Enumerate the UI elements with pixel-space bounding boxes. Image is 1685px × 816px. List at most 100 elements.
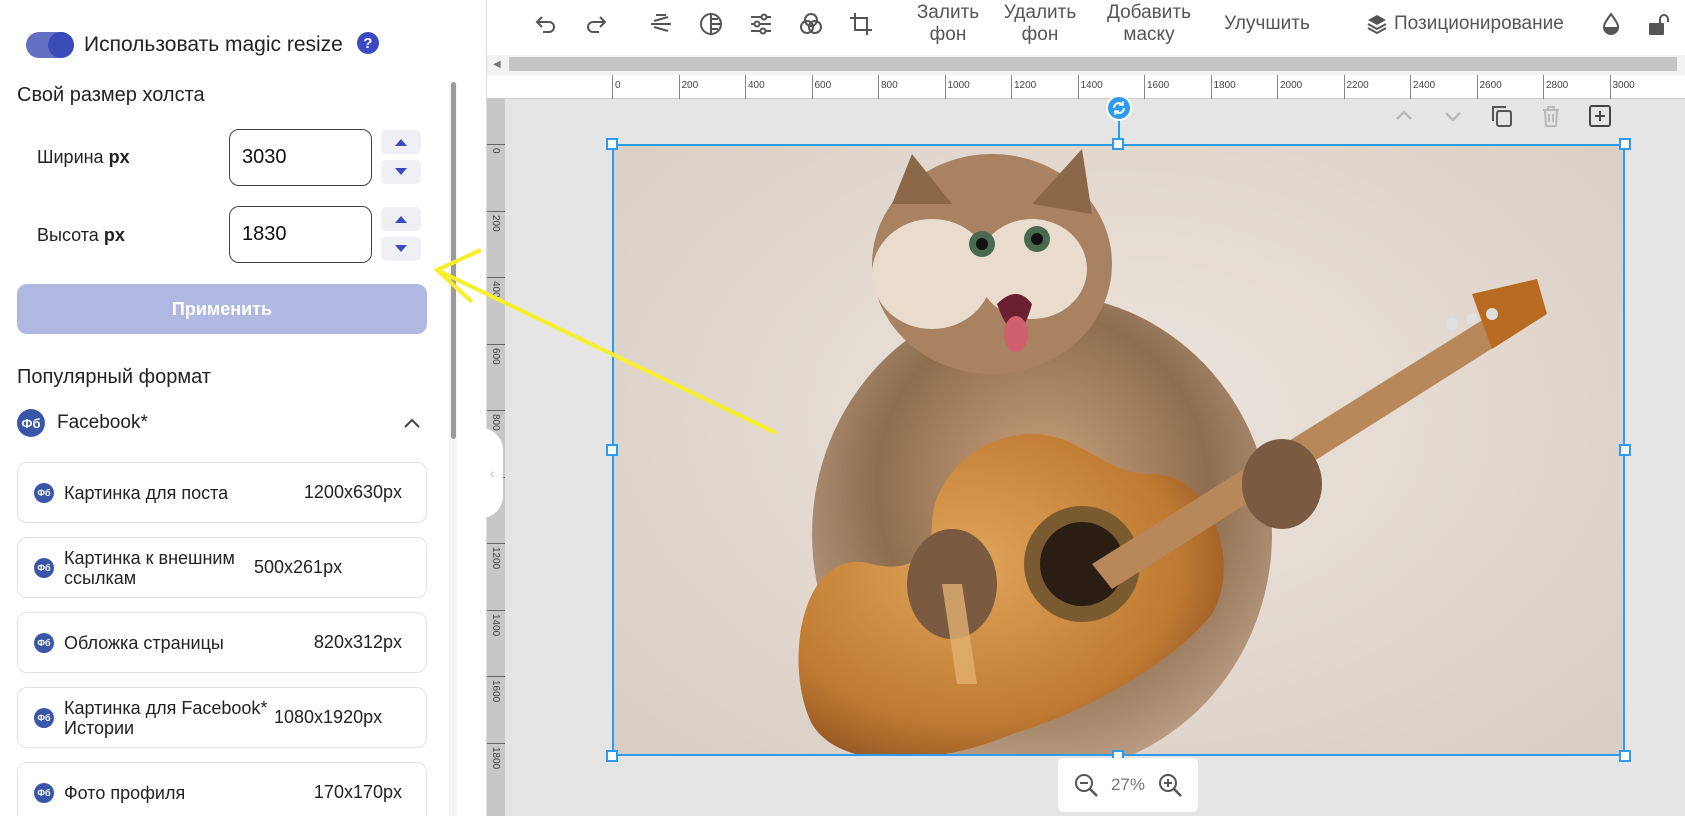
adjust-sliders-icon xyxy=(751,13,771,35)
width-decrement-button[interactable] xyxy=(381,160,421,184)
format-name: Картинка для поста xyxy=(64,482,229,503)
format-item[interactable]: Фб Фото профиля 170x170px xyxy=(17,762,427,816)
height-input[interactable]: 1830 xyxy=(229,206,372,263)
ruler-tick: 1200 xyxy=(487,543,505,569)
rotate-handle[interactable] xyxy=(1106,95,1132,121)
color-overlap-icon xyxy=(800,13,822,34)
format-name: Фото профиля xyxy=(64,782,186,803)
ruler-tick: 1400 xyxy=(1077,75,1103,99)
format-size: 1200x630px xyxy=(303,482,402,502)
magic-resize-row: Использовать magic resize ? xyxy=(26,29,379,61)
resize-handle-top-left[interactable] xyxy=(606,138,618,150)
ruler-tick: 1800 xyxy=(1210,75,1236,99)
layers-icon xyxy=(1367,15,1387,35)
arrow-down-icon xyxy=(395,168,407,175)
scroll-left-icon: ◀ xyxy=(493,59,501,70)
redo-icon xyxy=(587,16,607,33)
flip-button[interactable] xyxy=(648,11,674,37)
facebook-badge-icon: Фб xyxy=(34,557,54,578)
height-label: Высота px xyxy=(37,225,125,245)
layer-down-button[interactable] xyxy=(1437,100,1469,132)
ruler-tick: 2600 xyxy=(1476,75,1502,99)
format-item[interactable]: Фб Обложка страницы 820x312px xyxy=(17,612,427,673)
blend-button[interactable] xyxy=(798,11,824,37)
delete-button[interactable] xyxy=(1535,100,1567,132)
horizontal-scrollbar[interactable]: ◀ xyxy=(487,55,1685,75)
ruler-tick: 1000 xyxy=(944,75,970,99)
resize-handle-top[interactable] xyxy=(1112,138,1124,150)
undo-button[interactable] xyxy=(533,11,559,37)
lock-button[interactable] xyxy=(1646,11,1672,37)
format-name: Обложка страницы xyxy=(64,632,224,653)
format-item[interactable]: Фб Картинка для Facebook* Истории 1080x1… xyxy=(17,687,427,748)
chevron-left-icon: ‹ xyxy=(489,465,495,481)
remove-background-button[interactable]: Удалить фон xyxy=(998,2,1082,46)
add-layer-button[interactable] xyxy=(1584,100,1616,132)
fill-background-button[interactable]: Залить фон xyxy=(906,2,990,46)
ruler-tick: 200 xyxy=(487,210,505,231)
redo-button[interactable] xyxy=(583,11,609,37)
crop-button[interactable] xyxy=(848,11,874,37)
improve-label: Улучшить xyxy=(1224,13,1310,34)
arrow-up-icon xyxy=(395,216,407,223)
ruler-tick: 200 xyxy=(678,75,698,99)
format-item[interactable]: Фб Картинка для поста 1200x630px xyxy=(17,462,427,523)
width-label: Ширина px xyxy=(37,147,130,167)
positioning-button[interactable]: Позиционирование xyxy=(1366,13,1578,35)
duplicate-button[interactable] xyxy=(1486,100,1518,132)
apply-button[interactable]: Применить xyxy=(17,284,427,334)
canvas-workspace[interactable]: ◀ 0 200 400 600 800 1000 1200 1400 1600 1800 2000 2… xyxy=(433,55,1685,816)
resize-handle-right[interactable] xyxy=(1619,444,1631,456)
unlock-icon xyxy=(1649,14,1669,35)
magic-resize-toggle[interactable] xyxy=(26,32,74,58)
arrow-down-icon xyxy=(395,245,407,252)
contrast-icon xyxy=(700,13,722,35)
resize-handle-bottom-left[interactable] xyxy=(606,750,618,762)
opacity-button[interactable] xyxy=(1598,11,1624,37)
zoom-in-icon[interactable] xyxy=(1156,771,1184,799)
magic-resize-label: Использовать magic resize xyxy=(84,33,343,56)
zoom-out-icon[interactable] xyxy=(1072,771,1100,799)
width-increment-button[interactable] xyxy=(381,130,421,154)
format-size: 500x261px xyxy=(254,557,343,577)
layer-up-button[interactable] xyxy=(1388,100,1420,132)
add-square-icon xyxy=(1589,105,1611,127)
resize-handle-top-right[interactable] xyxy=(1619,138,1631,150)
ruler-tick: 2400 xyxy=(1410,75,1435,99)
format-name: Картинка к внешним ссылкам xyxy=(64,547,235,588)
undo-icon xyxy=(535,16,555,33)
resize-handle-bottom-right[interactable] xyxy=(1619,750,1631,762)
adjust-button[interactable] xyxy=(748,11,774,37)
horizontal-scrollbar-thumb[interactable] xyxy=(509,57,1677,71)
ruler-tick: 1800 xyxy=(487,742,505,769)
crop-icon xyxy=(850,13,872,35)
add-mask-button[interactable]: Добавить маску xyxy=(1100,2,1198,46)
add-mask-label: Добавить маску xyxy=(1107,2,1191,45)
height-increment-button[interactable] xyxy=(381,207,421,231)
format-name: Картинка для Facebook* Истории xyxy=(64,697,268,738)
format-size: 820x312px xyxy=(313,632,402,652)
format-size: 170x170px xyxy=(313,782,402,802)
width-input[interactable]: 3030 xyxy=(229,129,372,186)
facebook-badge-icon: Фб xyxy=(34,482,54,503)
ruler-tick: 400 xyxy=(745,75,765,99)
ruler-tick: 0 xyxy=(612,75,621,99)
ruler-tick: 1600 xyxy=(487,676,505,702)
improve-button[interactable]: Улучшить xyxy=(1216,13,1318,35)
format-item[interactable]: Фб Картинка к внешним ссылкам 500x261px xyxy=(17,537,427,598)
ruler-tick: 3000 xyxy=(1609,75,1635,99)
facebook-group-header[interactable]: Фб Facebook* xyxy=(17,406,421,440)
collapse-sidebar-button[interactable]: ‹ xyxy=(481,428,503,518)
ruler-tick: 2200 xyxy=(1343,75,1369,99)
opacity-drop-icon xyxy=(1602,12,1620,35)
remove-background-label: Удалить фон xyxy=(1003,2,1077,45)
zoom-controls: 27% xyxy=(1058,758,1198,812)
chevron-up-icon xyxy=(1396,110,1412,120)
fill-background-label: Залить фон xyxy=(916,2,980,45)
facebook-badge-icon: Фб xyxy=(34,632,54,653)
contrast-button[interactable] xyxy=(698,11,724,37)
help-icon[interactable]: ? xyxy=(356,32,379,54)
chevron-up-icon xyxy=(404,418,420,428)
ruler-tick: 600 xyxy=(811,75,831,99)
height-decrement-button[interactable] xyxy=(381,237,421,261)
